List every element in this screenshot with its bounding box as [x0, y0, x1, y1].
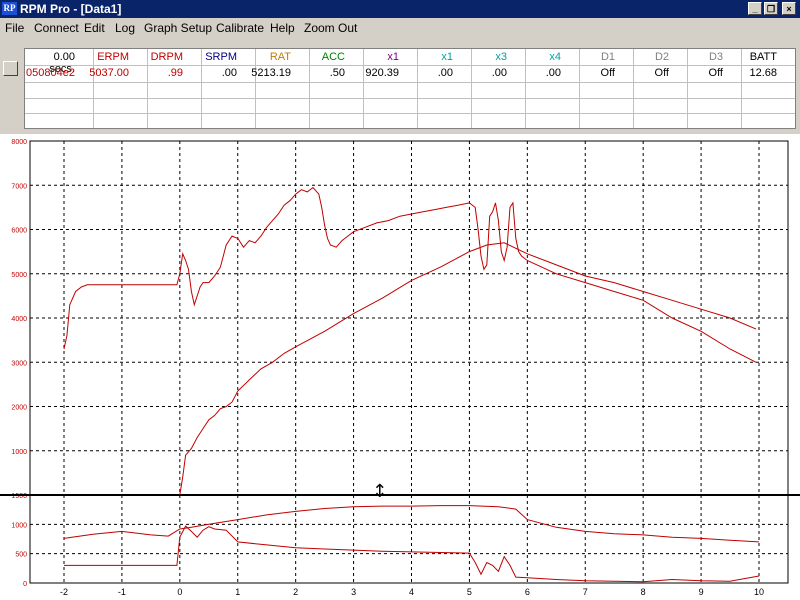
panel-toggle-button[interactable] [3, 61, 18, 76]
column-value-10: Off [600, 67, 615, 79]
column-value-9: .00 [545, 67, 561, 79]
menu-bar: File Connect Edit Log Graph Setup Calibr… [0, 18, 800, 38]
column-header-11: D2 [654, 51, 669, 63]
x-tick-label: 9 [699, 587, 704, 597]
lower-y-tick-label: 0 [23, 581, 27, 588]
column-value-6: 920.39 [365, 67, 399, 79]
column-value-12: Off [708, 67, 723, 79]
menu-calibrate[interactable]: Calibrate [216, 21, 264, 35]
column-value-2: .99 [167, 67, 183, 79]
minimize-button[interactable]: _ [748, 2, 762, 15]
column-value-4: 5213.19 [251, 67, 291, 79]
x-tick-label: 6 [525, 587, 530, 597]
x-tick-label: 5 [467, 587, 472, 597]
upper-y-tick-label: 1000 [11, 449, 27, 456]
x-tick-label: 2 [293, 587, 298, 597]
column-value-7: .00 [437, 67, 453, 79]
menu-file[interactable]: File [5, 21, 24, 35]
upper-y-tick-label: 2000 [11, 405, 27, 412]
app-icon: RP [2, 2, 17, 15]
title-bar: RP RPM Pro - [Data1] _ ❐ × [0, 0, 800, 18]
lower-y-tick-label: 500 [15, 552, 27, 559]
column-value-8: .00 [491, 67, 507, 79]
column-header-10: D1 [600, 51, 615, 63]
column-header-5: ACC [321, 51, 345, 63]
column-header-3: SRPM [205, 51, 237, 63]
column-header-4: RAT [269, 51, 291, 63]
upper-y-tick-label: 4000 [11, 316, 27, 323]
upper-y-tick-label: 7000 [11, 183, 27, 190]
lower-y-tick-label: 1000 [11, 522, 27, 529]
menu-log[interactable]: Log [115, 21, 135, 35]
column-value-0: 050804e2 [26, 67, 75, 79]
upper-y-tick-label: 6000 [11, 228, 27, 235]
data-table: 0.00 secs. 050804e2 ERPM 5037.00 DRPM .99 SRPM… [24, 48, 796, 129]
x-tick-label: 8 [641, 587, 646, 597]
menu-zoom-out[interactable]: Zoom Out [304, 21, 357, 35]
upper-y-tick-label: 8000 [11, 139, 27, 146]
column-header-9: x4 [549, 51, 561, 63]
column-header-1: ERPM [97, 51, 129, 63]
restore-button[interactable]: ❐ [764, 2, 778, 15]
column-value-1: 5037.00 [89, 67, 129, 79]
x-tick-label: 0 [177, 587, 182, 597]
window-title: RPM Pro - [Data1] [20, 2, 122, 16]
column-header-13: BATT [749, 51, 777, 63]
menu-connect[interactable]: Connect [34, 21, 79, 35]
x-tick-label: 10 [754, 587, 764, 597]
x-tick-label: 7 [583, 587, 588, 597]
x-tick-label: -2 [60, 587, 68, 597]
x-tick-label: 3 [351, 587, 356, 597]
upper-y-tick-label: 3000 [11, 360, 27, 367]
x-tick-label: -1 [118, 587, 126, 597]
rpm-chart[interactable]: -2 -1 0 1 2 3 4 5 6 7 8 9 10800070006000500040003000… [0, 134, 800, 600]
x-tick-label: 1 [235, 587, 240, 597]
column-header-7: x1 [441, 51, 453, 63]
x-tick-label: 4 [409, 587, 414, 597]
column-header-8: x3 [495, 51, 507, 63]
upper-y-tick-label: 5000 [11, 272, 27, 279]
menu-help[interactable]: Help [270, 21, 295, 35]
column-header-6: x1 [387, 51, 399, 63]
column-value-13: 12.68 [749, 67, 777, 79]
menu-edit[interactable]: Edit [84, 21, 105, 35]
column-header-12: D3 [708, 51, 723, 63]
column-value-5: .50 [329, 67, 345, 79]
close-button[interactable]: × [782, 2, 796, 15]
menu-graph-setup[interactable]: Graph Setup [144, 21, 212, 35]
column-value-3: .00 [221, 67, 237, 79]
column-value-11: Off [654, 67, 669, 79]
resize-cursor-icon[interactable]: ↕ [372, 481, 387, 502]
column-header-2: DRPM [150, 51, 183, 63]
graph-area[interactable]: -2 -1 0 1 2 3 4 5 6 7 8 9 10 8000 7000 6000 5000 4000 3000… [0, 134, 800, 600]
